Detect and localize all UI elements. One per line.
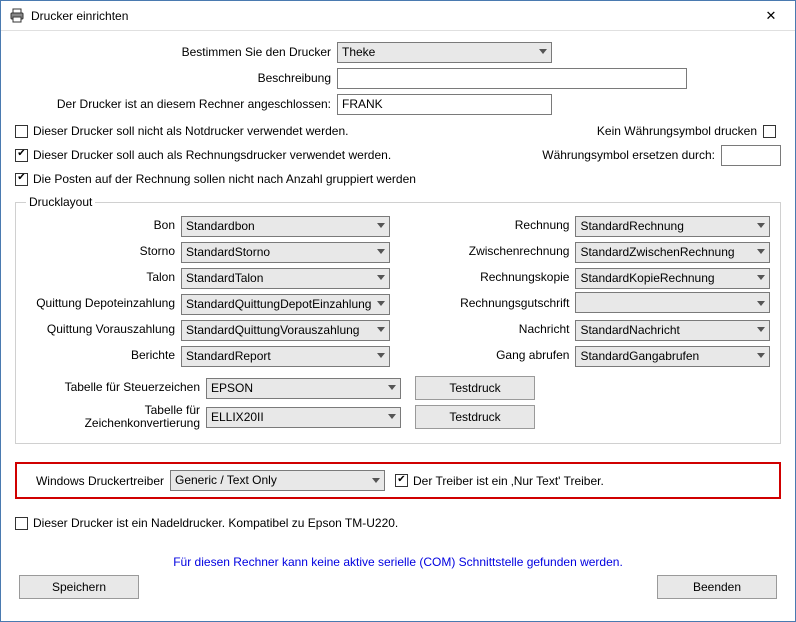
printer-icon bbox=[9, 8, 25, 24]
serial-warning: Für diesen Rechner kann keine aktive ser… bbox=[15, 555, 781, 569]
driver-label: Windows Druckertreiber bbox=[25, 474, 170, 488]
textonly-label: Der Treiber ist ein ‚Nur Text' Treiber. bbox=[413, 474, 604, 488]
driver-highlight-box: Windows Druckertreiber Generic / Text On… bbox=[15, 462, 781, 499]
determine-printer-label: Bestimmen Sie den Drucker bbox=[15, 45, 337, 59]
save-button[interactable]: Speichern bbox=[19, 575, 139, 599]
layout-left-select-4[interactable]: StandardQuittungVorauszahlung bbox=[181, 320, 390, 341]
window-title: Drucker einrichten bbox=[31, 9, 751, 23]
layout-right-label-5: Gang abrufen bbox=[420, 349, 575, 362]
layout-left-label-2: Talon bbox=[26, 271, 181, 284]
layout-left-select-1[interactable]: StandardStorno bbox=[181, 242, 390, 263]
layout-right-label-3: Rechnungsgutschrift bbox=[420, 297, 575, 310]
layout-left-label-1: Storno bbox=[26, 245, 181, 258]
testprint-button-2[interactable]: Testdruck bbox=[415, 405, 535, 429]
close-dialog-button[interactable]: Beenden bbox=[657, 575, 777, 599]
not-emergency-label: Dieser Drucker soll nicht als Notdrucker… bbox=[33, 124, 348, 138]
tax-table-label: Tabelle für Steuerzeichen bbox=[26, 381, 206, 394]
layout-left-select-2[interactable]: StandardTalon bbox=[181, 268, 390, 289]
connected-label: Der Drucker ist an diesem Rechner angesc… bbox=[15, 97, 337, 111]
layout-left-select-5[interactable]: StandardReport bbox=[181, 346, 390, 367]
layout-left-select-0[interactable]: Standardbon bbox=[181, 216, 390, 237]
layout-left-label-0: Bon bbox=[26, 219, 181, 232]
no-group-label: Die Posten auf der Rechnung sollen nicht… bbox=[33, 172, 416, 186]
conv-table-label: Tabelle für Zeichenkonvertierung bbox=[26, 404, 206, 430]
layout-right-select-4[interactable]: StandardNachricht bbox=[575, 320, 770, 341]
layout-left-select-3[interactable]: StandardQuittungDepotEinzahlung bbox=[181, 294, 390, 315]
dialog-window: Drucker einrichten ✕ Bestimmen Sie den D… bbox=[0, 0, 796, 622]
layout-right-label-2: Rechnungskopie bbox=[420, 271, 575, 284]
drucklayout-fieldset: Drucklayout BonStandardbonStornoStandard… bbox=[15, 195, 781, 444]
no-group-checkbox[interactable] bbox=[15, 173, 28, 186]
layout-right-select-1[interactable]: StandardZwischenRechnung bbox=[575, 242, 770, 263]
layout-right-label-1: Zwischenrechnung bbox=[420, 245, 575, 258]
replace-currency-input[interactable] bbox=[721, 145, 781, 166]
no-currency-checkbox[interactable] bbox=[763, 125, 776, 138]
layout-left-label-3: Quittung Depoteinzahlung bbox=[26, 297, 181, 310]
layout-left-label-4: Quittung Vorauszahlung bbox=[26, 323, 181, 336]
conv-table-select[interactable]: ELLIX20II bbox=[206, 407, 401, 428]
layout-right-select-5[interactable]: StandardGangabrufen bbox=[575, 346, 770, 367]
dialog-footer: Speichern Beenden bbox=[17, 575, 779, 599]
close-button[interactable]: ✕ bbox=[751, 2, 791, 30]
also-invoice-checkbox[interactable] bbox=[15, 149, 28, 162]
layout-right-label-4: Nachricht bbox=[420, 323, 575, 336]
also-invoice-label: Dieser Drucker soll auch als Rechnungsdr… bbox=[33, 148, 391, 162]
drucklayout-legend: Drucklayout bbox=[26, 195, 95, 209]
dialog-content: Bestimmen Sie den Drucker Theke Beschrei… bbox=[1, 31, 795, 613]
determine-printer-select[interactable]: Theke bbox=[337, 42, 552, 63]
description-input[interactable] bbox=[337, 68, 687, 89]
layout-right-label-0: Rechnung bbox=[420, 219, 575, 232]
layout-left-label-5: Berichte bbox=[26, 349, 181, 362]
driver-select[interactable]: Generic / Text Only bbox=[170, 470, 385, 491]
layout-right-select-0[interactable]: StandardRechnung bbox=[575, 216, 770, 237]
titlebar: Drucker einrichten ✕ bbox=[1, 1, 795, 31]
no-currency-label: Kein Währungsymbol drucken bbox=[597, 124, 757, 138]
tax-table-select[interactable]: EPSON bbox=[206, 378, 401, 399]
textonly-checkbox[interactable] bbox=[395, 474, 408, 487]
not-emergency-checkbox[interactable] bbox=[15, 125, 28, 138]
layout-right-select-2[interactable]: StandardKopieRechnung bbox=[575, 268, 770, 289]
replace-currency-label: Währungsymbol ersetzen durch: bbox=[542, 148, 715, 162]
testprint-button-1[interactable]: Testdruck bbox=[415, 376, 535, 400]
description-label: Beschreibung bbox=[15, 71, 337, 85]
connected-input[interactable] bbox=[337, 94, 552, 115]
layout-right-select-3[interactable] bbox=[575, 292, 770, 316]
dotmatrix-label: Dieser Drucker ist ein Nadeldrucker. Kom… bbox=[33, 516, 398, 530]
dotmatrix-checkbox[interactable] bbox=[15, 517, 28, 530]
